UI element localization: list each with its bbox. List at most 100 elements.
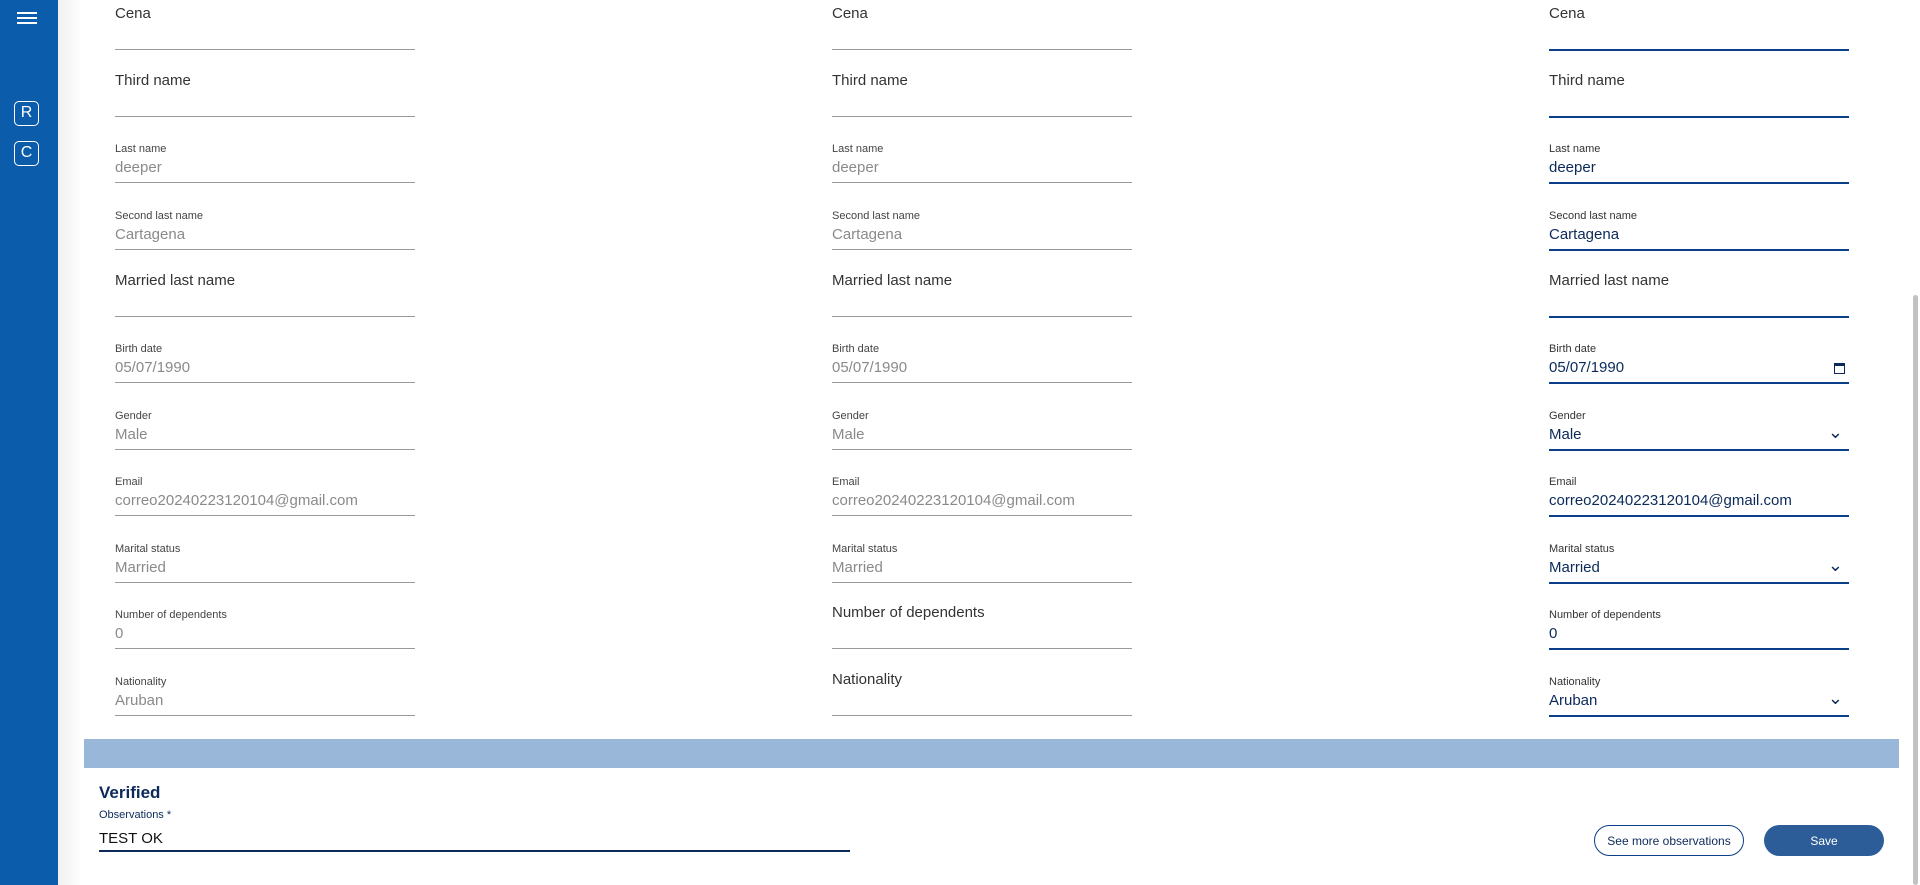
- field-label: Second last name: [1549, 210, 1638, 222]
- field-col1-row2[interactable]: Third name: [115, 61, 415, 117]
- field-value: deeper: [832, 159, 879, 176]
- field-label: Number of dependents: [1549, 609, 1661, 621]
- field-value: Cartagena: [832, 226, 903, 243]
- field-underline: [1549, 116, 1849, 118]
- chevron-down-icon[interactable]: ⌄: [1828, 423, 1843, 441]
- field-placeholder: Third name: [115, 72, 191, 89]
- field-underline: [1549, 715, 1849, 717]
- field-col1-row1[interactable]: Cena: [115, 0, 415, 50]
- field-col2-row4: Second last name Cartagena: [832, 194, 1132, 250]
- field-value: 05/07/1990: [1549, 359, 1625, 376]
- chevron-down-icon[interactable]: ⌄: [1828, 556, 1843, 574]
- field-placeholder: Third name: [1549, 72, 1625, 89]
- field-placeholder: Cena: [115, 5, 151, 22]
- field-col2-row5[interactable]: Married last name: [832, 261, 1132, 317]
- field-label: Birth date: [115, 343, 163, 355]
- field-col3-row4[interactable]: Second last name Cartagena: [1549, 194, 1849, 251]
- field-label: Email: [115, 476, 143, 488]
- sidebar-r-icon[interactable]: R: [14, 101, 39, 126]
- field-value: Married: [115, 559, 166, 576]
- field-col2-row2[interactable]: Third name: [832, 61, 1132, 117]
- field-label: Birth date: [832, 343, 880, 355]
- field-col3-row2[interactable]: Third name: [1549, 61, 1849, 118]
- field-col2-row6: Birth date 05/07/1990: [832, 327, 1132, 383]
- field-value: Aruban: [1549, 692, 1598, 709]
- field-label: Last name: [1549, 143, 1601, 155]
- save-button[interactable]: Save: [1764, 825, 1884, 856]
- field-label: Last name: [832, 143, 884, 155]
- field-col3-row8[interactable]: Email correo20240223120104@gmail.com: [1549, 460, 1849, 517]
- field-label: Marital status: [832, 543, 898, 555]
- sidebar-c-icon[interactable]: C: [14, 141, 39, 166]
- field-col1-row8: Email correo20240223120104@gmail.com: [115, 460, 415, 516]
- field-label: Birth date: [1549, 343, 1597, 355]
- verified-title: Verified: [99, 783, 161, 802]
- field-col1-row10: Number of dependents 0: [115, 593, 415, 649]
- hamburger-menu-icon[interactable]: [17, 9, 39, 29]
- observations-input[interactable]: [99, 826, 850, 852]
- scrollbar[interactable]: [1913, 295, 1918, 885]
- field-underline: [832, 648, 1132, 649]
- field-col1-row3: Last name deeper: [115, 127, 415, 183]
- field-col2-row11[interactable]: Nationality: [832, 660, 1132, 716]
- field-col1-row9: Marital status Married: [115, 527, 415, 583]
- field-value: Cartagena: [1549, 226, 1620, 243]
- field-col3-row11[interactable]: Nationality Aruban ⌄: [1549, 660, 1849, 717]
- field-underline: [115, 582, 415, 583]
- field-label: Marital status: [115, 543, 181, 555]
- field-col2-row8: Email correo20240223120104@gmail.com: [832, 460, 1132, 516]
- field-placeholder: Third name: [832, 72, 908, 89]
- field-underline: [115, 515, 415, 516]
- field-placeholder: Number of dependents: [832, 604, 985, 621]
- field-underline: [1549, 182, 1849, 184]
- calendar-icon[interactable]: [1834, 363, 1845, 374]
- field-value: Married: [832, 559, 883, 576]
- field-underline: [115, 182, 415, 183]
- field-label: Marital status: [1549, 543, 1615, 555]
- section-divider-bar: [84, 739, 1899, 768]
- field-col3-row9[interactable]: Marital status Married ⌄: [1549, 527, 1849, 584]
- field-value: 0: [115, 625, 124, 642]
- field-label: Last name: [115, 143, 167, 155]
- field-underline: [832, 316, 1132, 317]
- field-col1-row5[interactable]: Married last name: [115, 261, 415, 317]
- field-underline: [115, 249, 415, 250]
- field-label: Nationality: [1549, 676, 1601, 688]
- field-underline: [1549, 382, 1849, 384]
- field-col3-row5[interactable]: Married last name: [1549, 261, 1849, 318]
- field-col2-row10[interactable]: Number of dependents: [832, 593, 1132, 649]
- field-col3-row6[interactable]: Birth date 05/07/1990: [1549, 327, 1849, 384]
- field-underline: [115, 648, 415, 649]
- field-underline: [115, 49, 415, 50]
- field-underline: [115, 116, 415, 117]
- field-label: Nationality: [115, 676, 167, 688]
- field-placeholder: Cena: [832, 5, 868, 22]
- field-underline: [832, 582, 1132, 583]
- field-underline: [832, 116, 1132, 117]
- field-value: Married: [1549, 559, 1600, 576]
- field-underline: [832, 449, 1132, 450]
- field-value: correo20240223120104@gmail.com: [832, 492, 1075, 509]
- field-col3-row10[interactable]: Number of dependents 0: [1549, 593, 1849, 650]
- field-col3-row7[interactable]: Gender Male ⌄: [1549, 394, 1849, 451]
- field-col3-row3[interactable]: Last name deeper: [1549, 127, 1849, 184]
- field-col2-row1[interactable]: Cena: [832, 0, 1132, 50]
- field-col2-row3: Last name deeper: [832, 127, 1132, 183]
- field-value: 05/07/1990: [832, 359, 908, 376]
- see-more-observations-button[interactable]: See more observations: [1594, 825, 1744, 856]
- field-underline: [115, 382, 415, 383]
- field-col3-row1[interactable]: Cena: [1549, 0, 1849, 51]
- field-value: 0: [1549, 625, 1558, 642]
- field-value: Male: [1549, 426, 1582, 443]
- field-underline: [1549, 49, 1849, 51]
- observations-label: Observations *: [99, 809, 172, 821]
- field-underline: [1549, 648, 1849, 650]
- field-col1-row4: Second last name Cartagena: [115, 194, 415, 250]
- field-value: Aruban: [115, 692, 164, 709]
- field-placeholder: Nationality: [832, 671, 903, 688]
- chevron-down-icon[interactable]: ⌄: [1828, 689, 1843, 707]
- field-col1-row7: Gender Male: [115, 394, 415, 450]
- field-col1-row6: Birth date 05/07/1990: [115, 327, 415, 383]
- field-value: Male: [115, 426, 148, 443]
- field-underline: [832, 182, 1132, 183]
